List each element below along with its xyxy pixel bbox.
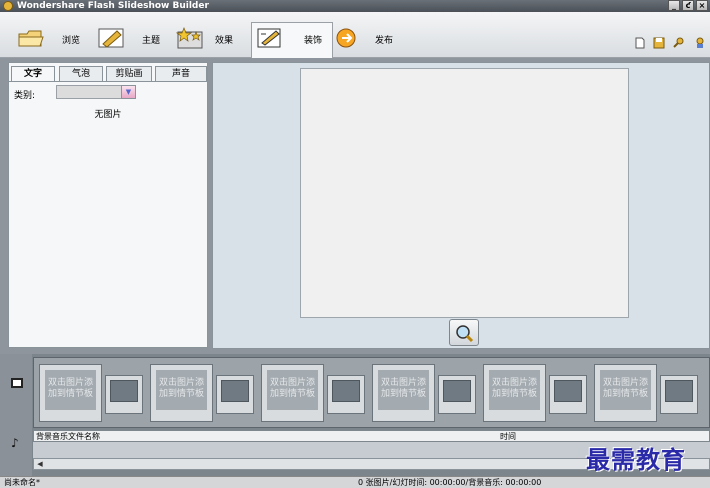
transition-thumb xyxy=(443,380,471,402)
category-label: 类别: xyxy=(14,91,36,101)
project-info-status: 0 张图片/幻灯时间: 00:00:00/背景音乐: 00:00:00 xyxy=(358,478,542,487)
theme-icon xyxy=(98,28,124,48)
storyboard-sidebar: ♪ xyxy=(0,354,32,476)
folder-open-icon xyxy=(18,30,44,47)
transition-thumb xyxy=(221,380,249,402)
slot-placeholder: 双击图片添加到情节板 xyxy=(267,370,318,410)
title-bar: Wondershare Flash Slideshow Builder _ ƈ … xyxy=(0,0,710,12)
transition-slot[interactable] xyxy=(438,375,476,414)
slot-placeholder: 双击图片添加到情节板 xyxy=(600,370,651,410)
main-toolbar: 浏览 主题 效果 装饰 发布 xyxy=(0,12,710,58)
slot-placeholder: 双击图片添加到情节板 xyxy=(156,370,207,410)
storyboard-strip[interactable]: 双击图片添加到情节板 双击图片添加到情节板 双击图片添加到情节板 双击图片添加到… xyxy=(33,357,710,428)
music-time-column[interactable]: 时间 xyxy=(500,431,516,442)
zoom-button[interactable] xyxy=(449,319,479,346)
transition-slot[interactable] xyxy=(660,375,698,414)
publish-icon xyxy=(336,28,356,48)
scroll-left-icon[interactable]: ◀ xyxy=(34,459,46,469)
transition-slot[interactable] xyxy=(549,375,587,414)
storyboard-slot[interactable]: 双击图片添加到情节板 xyxy=(372,364,435,422)
restore-button[interactable]: ƈ xyxy=(682,0,694,11)
status-bar: 尚未命名* 0 张图片/幻灯时间: 00:00:00/背景音乐: 00:00:0… xyxy=(0,476,710,488)
close-button[interactable]: × xyxy=(696,0,708,11)
film-icon xyxy=(11,378,23,388)
storyboard-slot[interactable]: 双击图片添加到情节板 xyxy=(594,364,657,422)
toolbar-publish-label: 发布 xyxy=(375,36,394,46)
tab-clipart[interactable]: 剪贴画 xyxy=(106,66,152,82)
app-logo-icon xyxy=(3,1,13,11)
window-title: Wondershare Flash Slideshow Builder xyxy=(17,1,209,11)
toolbar-effects-label: 效果 xyxy=(215,36,234,46)
toolbar-theme-label: 主题 xyxy=(142,36,161,46)
transition-slot[interactable] xyxy=(216,375,254,414)
decorate-panel: 文字 气泡 剪贴画 声音 类别: ▼ 无图片 xyxy=(8,62,208,348)
transition-slot[interactable] xyxy=(105,375,143,414)
decorate-tabs: 文字 气泡 剪贴画 声音 xyxy=(9,66,209,82)
slot-placeholder: 双击图片添加到情节板 xyxy=(45,370,96,410)
project-name-status: 尚未命名* xyxy=(4,478,40,487)
effects-icon xyxy=(176,27,203,49)
transition-thumb xyxy=(665,380,693,402)
tab-divider xyxy=(9,81,207,82)
preview-area xyxy=(212,62,710,349)
help-icon[interactable] xyxy=(694,37,706,49)
transition-thumb xyxy=(332,380,360,402)
category-dropdown-button[interactable]: ▼ xyxy=(121,85,136,99)
transition-thumb xyxy=(110,380,138,402)
storyboard-slot[interactable]: 双击图片添加到情节板 xyxy=(39,364,102,422)
chevron-down-icon: ▼ xyxy=(125,88,132,96)
settings-icon[interactable] xyxy=(672,37,684,49)
slot-placeholder: 双击图片添加到情节板 xyxy=(489,370,540,410)
decorate-icon xyxy=(257,28,281,48)
save-icon[interactable] xyxy=(653,37,665,49)
magnifier-icon xyxy=(456,325,474,343)
transition-slot[interactable] xyxy=(327,375,365,414)
new-icon[interactable] xyxy=(634,37,646,49)
watermark: 最需教育 xyxy=(586,445,686,474)
preview-canvas[interactable] xyxy=(300,68,629,318)
music-note-icon: ♪ xyxy=(11,436,19,450)
tab-bubble[interactable]: 气泡 xyxy=(59,66,103,82)
toolbar-decorate-label: 装饰 xyxy=(304,36,323,46)
storyboard-slot[interactable]: 双击图片添加到情节板 xyxy=(150,364,213,422)
music-name-column[interactable]: 背景音乐文件名称 xyxy=(36,431,100,442)
tab-text[interactable]: 文字 xyxy=(11,66,55,82)
storyboard-slot[interactable]: 双击图片添加到情节板 xyxy=(261,364,324,422)
tab-sound[interactable]: 声音 xyxy=(155,66,207,82)
storyboard-slot[interactable]: 双击图片添加到情节板 xyxy=(483,364,546,422)
empty-message: 无图片 xyxy=(94,110,122,120)
toolbar-browse-label: 浏览 xyxy=(62,36,81,46)
transition-thumb xyxy=(554,380,582,402)
minimize-button[interactable]: _ xyxy=(668,0,680,11)
slot-placeholder: 双击图片添加到情节板 xyxy=(378,370,429,410)
